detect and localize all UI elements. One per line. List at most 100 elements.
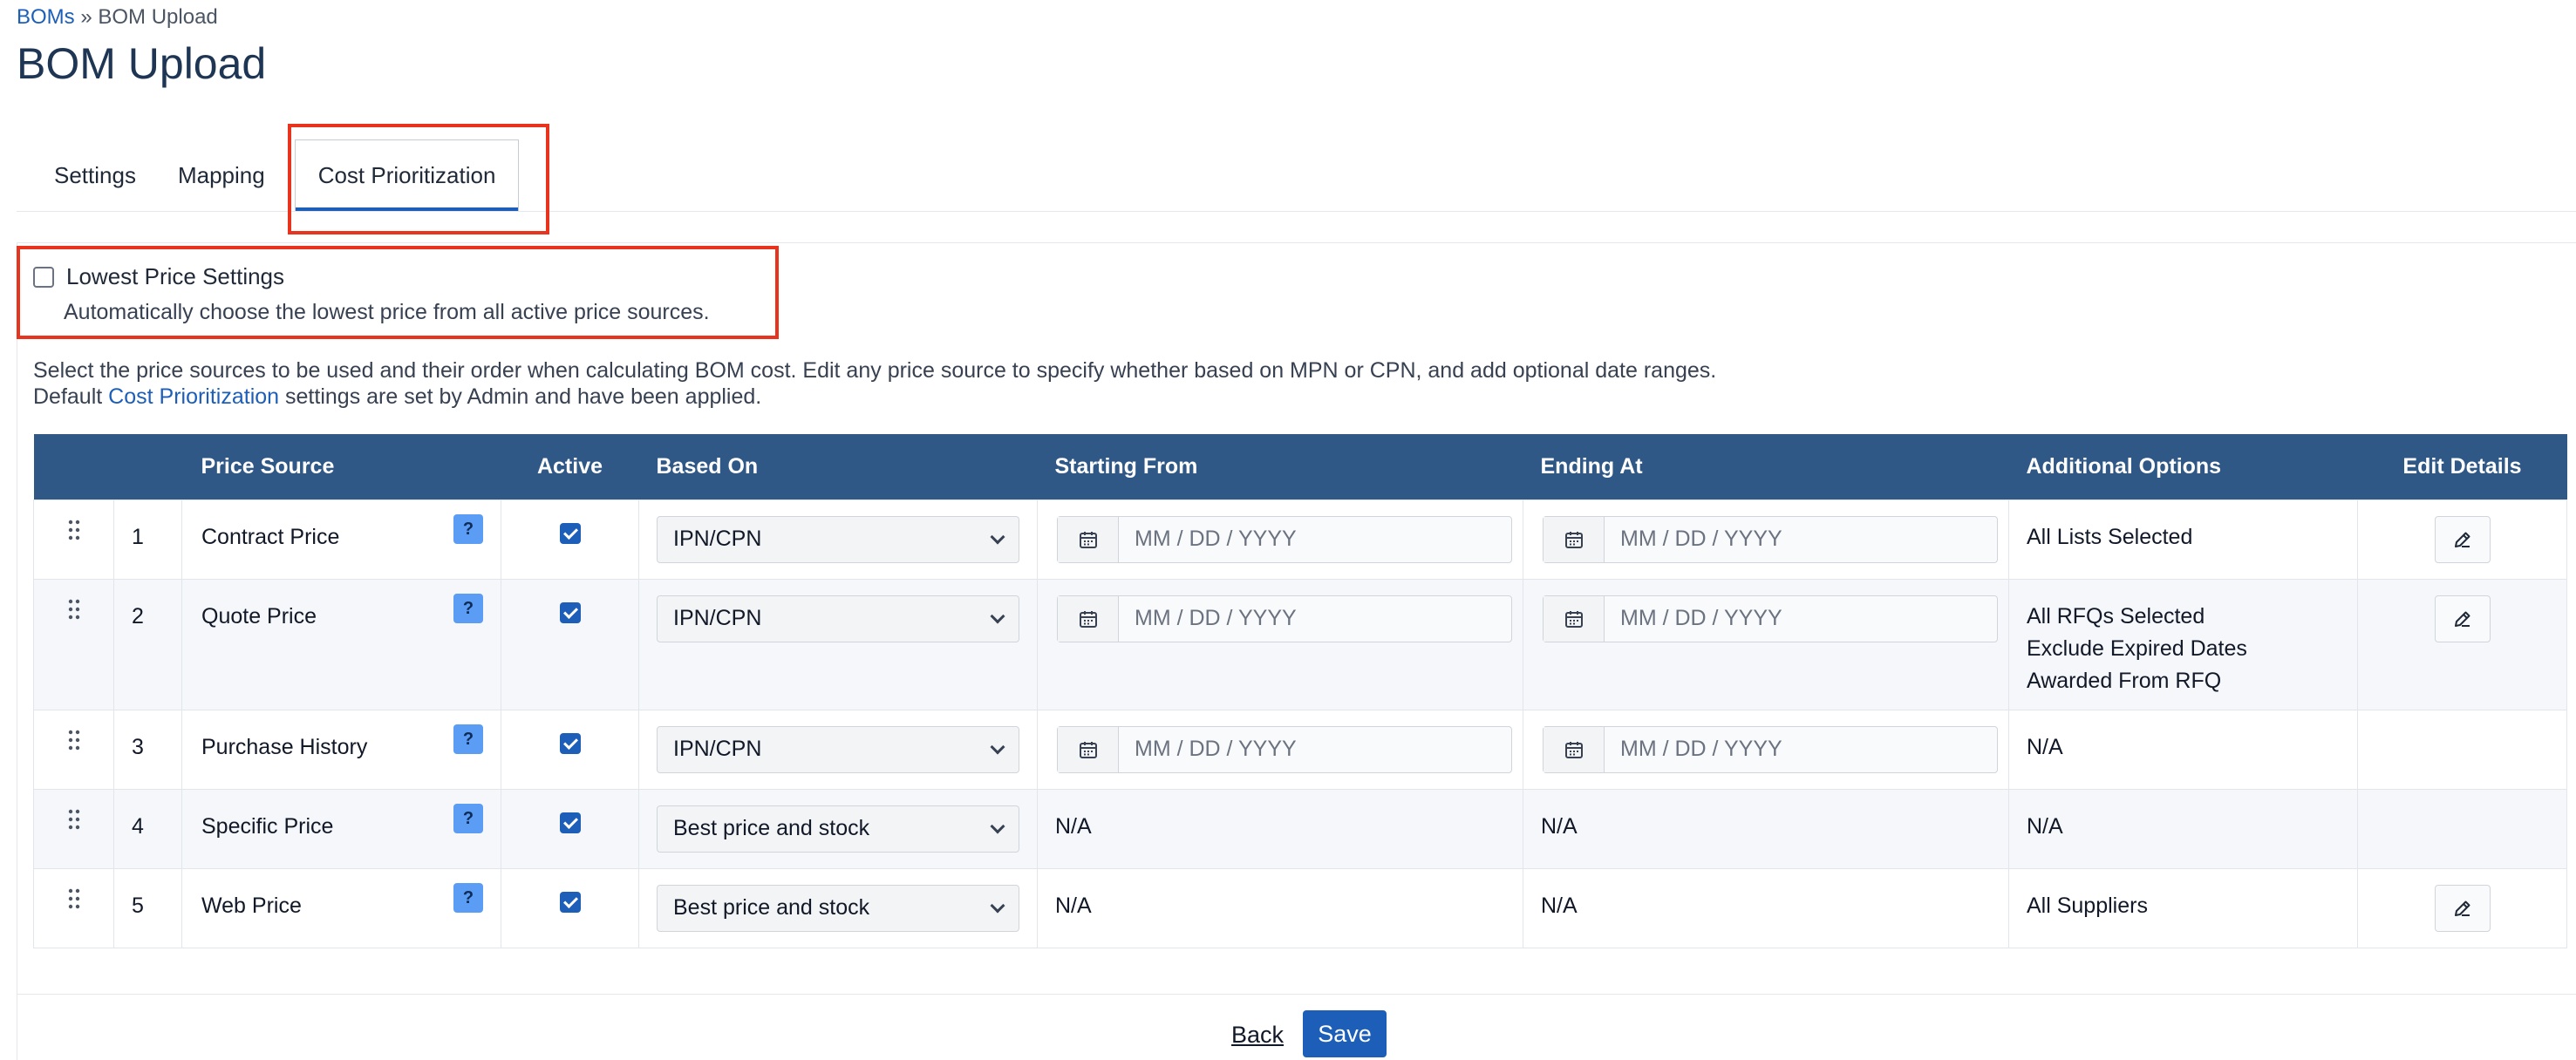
- lowest-price-checkbox[interactable]: [33, 266, 54, 288]
- ending-at-placeholder: MM / DD / YYYY: [1620, 527, 1782, 551]
- starting-from-date-input[interactable]: MM / DD / YYYY: [1057, 725, 1512, 773]
- option-line: N/A: [2027, 734, 2063, 759]
- table-row: 2? Quote Price IPN/CPN MM / DD / YYYY MM / D…: [33, 578, 2567, 710]
- row-number: 5: [132, 893, 144, 918]
- intro-line-2: Default Cost Prioritization settings are…: [33, 384, 1716, 410]
- intro-line-1: Select the price sources to be used and …: [33, 358, 1717, 383]
- price-source-cell: ? Web Price: [181, 867, 501, 948]
- row-number: 1: [132, 524, 144, 549]
- ending-at-cell: N/A: [1523, 867, 2009, 948]
- chevron-down-icon: [990, 739, 1005, 754]
- help-icon[interactable]: ?: [453, 513, 483, 544]
- additional-options: All RFQs Selected Exclude Expired Dates Aw…: [2027, 580, 2340, 697]
- active-checkbox[interactable]: [559, 812, 581, 833]
- starting-from-cell: MM / DD / YYYY: [1037, 709, 1523, 790]
- calendar-icon[interactable]: [1058, 726, 1119, 772]
- price-source-name: Quote Price: [201, 603, 317, 629]
- calendar-icon[interactable]: [1544, 516, 1605, 562]
- based-on-select[interactable]: Best price and stock: [657, 805, 1019, 853]
- ending-at-date-input[interactable]: MM / DD / YYYY: [1543, 595, 1998, 642]
- based-on-value: Best price and stock: [673, 816, 870, 840]
- calendar-icon[interactable]: [1544, 726, 1605, 772]
- col-edit-details: Edit Details: [2357, 434, 2567, 499]
- price-source-cell: ? Purchase History: [181, 709, 501, 790]
- active-checkbox[interactable]: [559, 732, 581, 754]
- based-on-cell: Best price and stock: [638, 867, 1038, 948]
- starting-from-placeholder: MM / DD / YYYY: [1135, 527, 1297, 551]
- starting-from-cell: MM / DD / YYYY: [1037, 499, 1523, 580]
- starting-from-value: N/A: [1055, 813, 1092, 839]
- breadcrumb-link-boms[interactable]: BOMs: [17, 5, 75, 29]
- back-link[interactable]: Back: [1231, 1022, 1284, 1049]
- active-cell: [501, 867, 639, 948]
- based-on-select[interactable]: IPN/CPN: [657, 515, 1019, 563]
- lowest-price-label[interactable]: Lowest Price Settings: [66, 263, 284, 290]
- cost-prioritization-link[interactable]: Cost Prioritization: [108, 384, 279, 409]
- starting-from-placeholder: MM / DD / YYYY: [1135, 606, 1297, 630]
- tab-mapping[interactable]: Mapping: [157, 139, 286, 211]
- based-on-select[interactable]: IPN/CPN: [657, 595, 1019, 642]
- ending-at-value: N/A: [1541, 893, 1578, 918]
- price-source-table: Price Source Active Based On Starting Fr…: [33, 434, 2567, 948]
- chevron-down-icon: [990, 529, 1005, 544]
- drag-handle-icon[interactable]: [68, 790, 80, 830]
- calendar-icon[interactable]: [1058, 595, 1119, 642]
- ending-at-cell: MM / DD / YYYY: [1523, 499, 2009, 580]
- chevron-down-icon: [990, 819, 1005, 833]
- additional-options: All Suppliers: [2027, 869, 2340, 922]
- drag-cell: [33, 709, 114, 790]
- ending-at-cell: N/A: [1523, 788, 2009, 869]
- option-line: All Lists Selected: [2027, 524, 2193, 549]
- based-on-cell: Best price and stock: [638, 788, 1038, 869]
- help-icon[interactable]: ?: [453, 803, 483, 833]
- edit-button[interactable]: [2434, 515, 2491, 563]
- lowest-price-setting: Lowest Price Settings: [33, 263, 284, 290]
- active-checkbox[interactable]: [559, 891, 581, 913]
- additional-options-cell: All Lists Selected: [2008, 499, 2358, 580]
- help-icon[interactable]: ?: [453, 882, 483, 913]
- pencil-icon: [2454, 611, 2470, 627]
- starting-from-date-input[interactable]: MM / DD / YYYY: [1057, 595, 1512, 642]
- col-ending-at: Ending At: [1523, 434, 2009, 499]
- edit-button[interactable]: [2434, 884, 2491, 932]
- drag-handle-icon[interactable]: [68, 580, 80, 620]
- ending-at-date-input[interactable]: MM / DD / YYYY: [1543, 725, 1998, 773]
- starting-from-cell: N/A: [1037, 867, 1523, 948]
- option-line: N/A: [2027, 813, 2063, 839]
- drag-cell: [33, 578, 114, 710]
- help-icon[interactable]: ?: [453, 593, 483, 623]
- save-button[interactable]: Save: [1303, 1010, 1387, 1057]
- ending-at-date-input[interactable]: MM / DD / YYYY: [1543, 515, 1998, 563]
- based-on-value: IPN/CPN: [673, 737, 762, 761]
- active-cell: [501, 709, 639, 790]
- row-number: 3: [132, 734, 144, 759]
- drag-handle-icon[interactable]: [68, 869, 80, 909]
- drag-cell: [33, 867, 114, 948]
- drag-handle-icon[interactable]: [68, 500, 80, 540]
- based-on-cell: IPN/CPN: [638, 499, 1038, 580]
- breadcrumb: BOMs » BOM Upload: [17, 5, 218, 30]
- col-additional-options: Additional Options: [2008, 434, 2358, 499]
- calendar-icon[interactable]: [1058, 516, 1119, 562]
- drag-handle-icon[interactable]: [68, 710, 80, 751]
- based-on-value: Best price and stock: [673, 895, 870, 920]
- based-on-value: IPN/CPN: [673, 606, 762, 630]
- help-icon[interactable]: ?: [453, 724, 483, 754]
- tab-settings[interactable]: Settings: [33, 139, 157, 211]
- footer-divider: [17, 994, 2576, 995]
- ending-at-placeholder: MM / DD / YYYY: [1620, 737, 1782, 761]
- based-on-select[interactable]: Best price and stock: [657, 884, 1019, 932]
- edit-details-cell: [2357, 499, 2567, 580]
- starting-from-date-input[interactable]: MM / DD / YYYY: [1057, 515, 1512, 563]
- calendar-icon[interactable]: [1544, 595, 1605, 642]
- active-cell: [501, 499, 639, 580]
- table-row: 1 ? Contract Price IPN/CPN MM / DD / YYYY MM …: [33, 499, 2567, 580]
- price-source-cell: ? Contract Price: [181, 499, 501, 580]
- based-on-select[interactable]: IPN/CPN: [657, 725, 1019, 773]
- active-checkbox[interactable]: [559, 522, 581, 544]
- edit-button[interactable]: [2434, 595, 2491, 642]
- active-checkbox[interactable]: [559, 601, 581, 623]
- edit-details-cell: [2357, 867, 2567, 948]
- ending-at-cell: MM / DD / YYYY: [1523, 578, 2009, 710]
- col-starting-from: Starting From: [1037, 434, 1523, 499]
